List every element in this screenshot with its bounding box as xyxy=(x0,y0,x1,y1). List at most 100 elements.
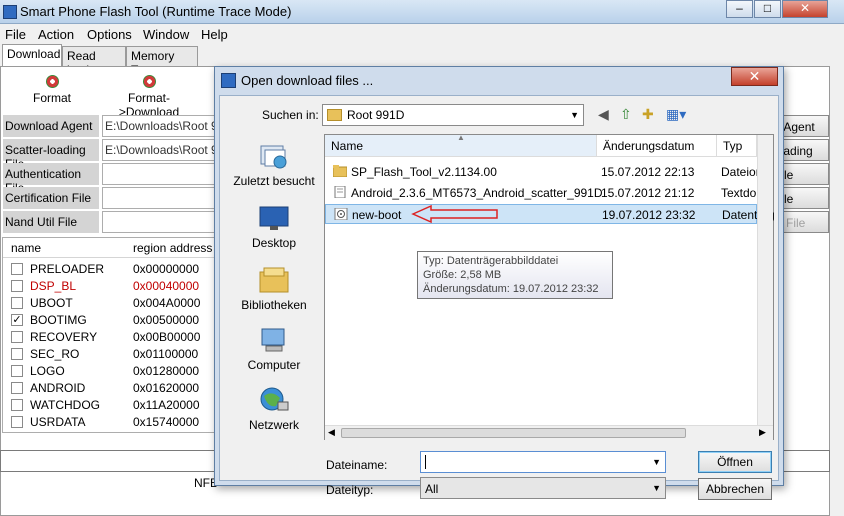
auth-file-field[interactable] xyxy=(102,163,217,185)
partition-address: 0x004A0000 xyxy=(133,296,201,310)
place-recent[interactable]: Zuletzt besucht xyxy=(226,142,322,188)
format-icon xyxy=(45,75,59,88)
place-computer-label: Computer xyxy=(247,358,301,372)
maximize-button[interactable]: □ xyxy=(754,0,781,18)
place-network[interactable]: Netzwerk xyxy=(226,386,322,432)
partition-row[interactable]: SEC_RO 0x01100000 xyxy=(3,346,215,363)
menu-window[interactable]: Window xyxy=(143,27,189,42)
tab-read-back[interactable]: Read back xyxy=(62,46,126,77)
chevron-down-icon: ▼ xyxy=(570,110,579,120)
partition-name: ANDROID xyxy=(30,381,86,395)
filename-label: Dateiname: xyxy=(326,458,388,472)
view-menu-icon[interactable]: ▦▾ xyxy=(666,106,686,123)
scroll-thumb[interactable] xyxy=(341,428,686,438)
partition-checkbox[interactable] xyxy=(11,382,23,394)
folder-icon xyxy=(327,109,342,121)
lookin-value: Root 991D xyxy=(347,108,405,122)
file-row-new-boot[interactable]: new-boot 19.07.2012 23:32 Datenträger xyxy=(325,204,774,224)
vertical-scrollbar[interactable] xyxy=(757,135,773,425)
partition-row[interactable]: USRDATA 0x15740000 xyxy=(3,414,215,431)
partition-row[interactable]: DSP_BL 0x00040000 xyxy=(3,278,215,295)
place-computer[interactable]: Computer xyxy=(226,326,322,372)
minimize-button[interactable]: – xyxy=(726,0,753,18)
nand-util-field[interactable] xyxy=(102,211,217,233)
partition-row[interactable]: UBOOT 0x004A0000 xyxy=(3,295,215,312)
partition-checkbox[interactable] xyxy=(11,280,23,292)
file-date: 15.07.2012 21:12 xyxy=(601,186,695,200)
up-folder-icon[interactable]: ⇧ xyxy=(620,106,632,123)
partition-checkbox[interactable] xyxy=(11,263,23,275)
main-close-button[interactable]: ✕ xyxy=(782,0,828,18)
menu-options[interactable]: Options xyxy=(87,27,132,42)
chevron-down-icon[interactable]: ▼ xyxy=(652,457,661,467)
new-folder-icon[interactable]: ✚ xyxy=(642,106,654,123)
column-name[interactable]: Name ▲ xyxy=(325,133,597,157)
partition-list: name region address PRELOADER 0x00000000 D… xyxy=(2,237,216,433)
col-region-address[interactable]: region address xyxy=(133,241,212,255)
scroll-left-icon[interactable]: ◀ xyxy=(328,427,335,438)
partition-address: 0x01280000 xyxy=(133,364,200,378)
format-button[interactable]: Format xyxy=(27,75,77,105)
libraries-icon xyxy=(259,267,289,293)
column-name-label: Name xyxy=(331,139,364,153)
partition-address: 0x00B00000 xyxy=(133,330,201,344)
dialog-title: Open download files ... xyxy=(241,73,374,88)
column-date[interactable]: Änderungsdatum xyxy=(597,135,717,157)
col-name[interactable]: name xyxy=(11,241,41,255)
partition-row[interactable]: ✓ BOOTIMG 0x00500000 xyxy=(3,312,215,329)
place-desktop-label: Desktop xyxy=(251,236,297,250)
place-libraries[interactable]: Bibliotheken xyxy=(226,266,322,312)
partition-row[interactable]: WATCHDOG 0x11A20000 xyxy=(3,397,215,414)
menu-file[interactable]: File xyxy=(5,27,26,42)
filename-input[interactable]: ▼ xyxy=(420,451,666,473)
partition-checkbox[interactable] xyxy=(11,365,23,377)
download-agent-field[interactable]: E:\Downloads\Root 991D xyxy=(102,115,217,137)
annotation-arrow-icon xyxy=(411,204,498,224)
lookin-dropdown[interactable]: Root 991D ▼ xyxy=(322,104,584,126)
partition-name: RECOVERY xyxy=(30,330,98,344)
dialog-close-button[interactable]: ✕ xyxy=(731,67,778,86)
partition-checkbox[interactable] xyxy=(11,399,23,411)
tab-download[interactable]: Download xyxy=(2,44,62,66)
file-date: 19.07.2012 23:32 xyxy=(602,208,696,222)
partition-checkbox[interactable] xyxy=(11,416,23,428)
partition-address: 0x15740000 xyxy=(133,415,200,429)
cert-file-field[interactable] xyxy=(102,187,217,209)
folder-icon xyxy=(333,165,347,177)
cancel-button[interactable]: Abbrechen xyxy=(698,478,772,500)
horizontal-scrollbar[interactable]: ◀ ▶ xyxy=(325,425,773,440)
text-caret xyxy=(425,455,426,469)
sort-arrow-icon: ▲ xyxy=(457,133,465,142)
partition-checkbox[interactable] xyxy=(11,348,23,360)
menu-help[interactable]: Help xyxy=(201,27,228,42)
chevron-down-icon: ▼ xyxy=(652,483,661,493)
lookin-label: Suchen in: xyxy=(262,108,319,122)
scatter-file-field[interactable]: E:\Downloads\Root 991D xyxy=(102,139,217,161)
open-button[interactable]: Öffnen xyxy=(698,451,772,473)
partition-row[interactable]: LOGO 0x01280000 xyxy=(3,363,215,380)
recent-places-icon xyxy=(260,145,287,169)
partition-name: USRDATA xyxy=(30,415,86,429)
back-icon[interactable]: ◀ xyxy=(598,106,609,123)
format-label: Format xyxy=(32,91,71,105)
file-row-scatter[interactable]: Android_2.3.6_MT6573_Android_scatter_991… xyxy=(325,183,773,203)
partition-checkbox[interactable]: ✓ xyxy=(11,314,23,326)
place-libraries-label: Bibliotheken xyxy=(241,298,307,312)
tab-memory-test[interactable]: Memory Test xyxy=(126,46,198,77)
menu-action[interactable]: Action xyxy=(38,27,74,42)
partition-checkbox[interactable] xyxy=(11,297,23,309)
partition-name: WATCHDOG xyxy=(30,398,100,412)
partition-row[interactable]: PRELOADER 0x00000000 xyxy=(3,261,215,278)
partition-row[interactable]: ANDROID 0x01620000 xyxy=(3,380,215,397)
filetype-dropdown[interactable]: All ▼ xyxy=(420,477,666,499)
partition-name: PRELOADER xyxy=(30,262,105,276)
column-type[interactable]: Typ xyxy=(717,135,757,157)
file-date: 15.07.2012 22:13 xyxy=(601,165,695,179)
scroll-right-icon[interactable]: ▶ xyxy=(759,427,766,438)
format-download-button[interactable]: Format->Download xyxy=(99,75,199,119)
place-desktop[interactable]: Desktop xyxy=(226,204,322,250)
download-agent-label: Download Agent xyxy=(3,115,99,137)
partition-checkbox[interactable] xyxy=(11,331,23,343)
partition-row[interactable]: RECOVERY 0x00B00000 xyxy=(3,329,215,346)
file-row-folder[interactable]: SP_Flash_Tool_v2.1134.00 15.07.2012 22:1… xyxy=(325,162,773,182)
